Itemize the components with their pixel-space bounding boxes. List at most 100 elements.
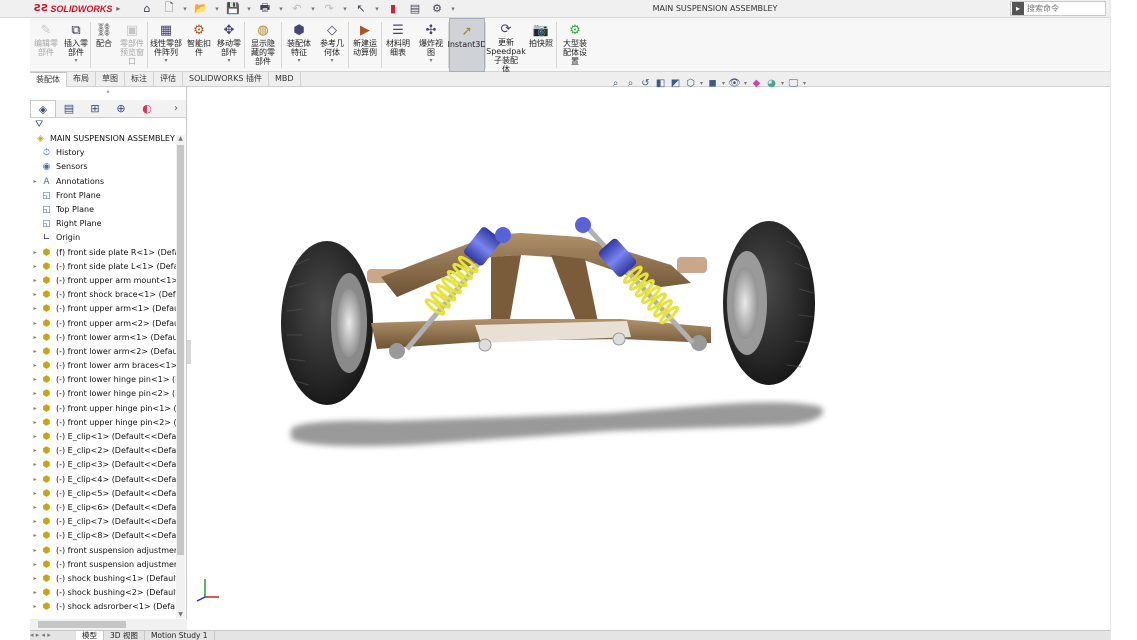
ribbon-dropdown-icon[interactable]: ▾ — [330, 57, 333, 64]
apply-scene-dropdown-icon[interactable]: ▾ — [779, 80, 786, 87]
tree-item-component[interactable]: ▸ ⬢ (-) front suspension adjustmer — [30, 558, 186, 572]
expand-arrow-icon[interactable]: ▸ — [30, 529, 40, 543]
expand-arrow-icon[interactable]: ▸ — [30, 444, 40, 458]
tree-item-plane[interactable]: ◱ Front Plane — [30, 189, 186, 203]
ribbon-button-mate[interactable]: ⛓ 配合 — [91, 18, 117, 72]
ribbon-dropdown-icon[interactable]: ▾ — [74, 57, 77, 64]
ribbon-button-reference-geometry[interactable]: ◇ 参考几 何体 ▾ — [316, 18, 348, 72]
tree-item-component[interactable]: ▸ ⬢ (-) front lower arm braces<1> — [30, 359, 186, 373]
ribbon-dropdown-icon[interactable]: ▾ — [227, 57, 230, 64]
tree-item-component[interactable]: ▸ ⬢ (-) E_clip<6> (Default<<Defau — [30, 501, 186, 515]
ribbon-button-smart-fasteners[interactable]: ⚙ 智能扣 件 — [184, 18, 214, 72]
tree-item-folder[interactable]: ◉ Sensors — [30, 160, 186, 174]
expand-arrow-icon[interactable]: ▸ — [30, 260, 40, 274]
expand-arrow-icon[interactable]: ▸ — [30, 586, 40, 600]
save-icon[interactable]: 💾 — [222, 2, 244, 15]
tree-item-component[interactable]: ▸ ⬢ (-) E_clip<1> (Default<<Defau — [30, 430, 186, 444]
expand-arrow-icon[interactable]: ▸ — [30, 515, 40, 529]
tree-root-assembly[interactable]: ◈ MAIN SUSPENSION ASSEMBLEY — [30, 132, 186, 146]
tree-item-component[interactable]: ▸ ⬢ (-) shock bushing<2> (Default — [30, 586, 186, 600]
tree-item-component[interactable]: ▸ ⬢ (-) E_clip<5> (Default<<Defau — [30, 487, 186, 501]
ribbon-button-exploded-view[interactable]: ✣ 爆炸视 图 ▾ — [414, 18, 448, 72]
tree-item-component[interactable]: ▸ ⬢ (-) front upper hinge pin<2> ( — [30, 416, 186, 430]
command-search[interactable]: ▸ — [1010, 1, 1106, 16]
ribbon-button-large-assembly-settings[interactable]: ⚙ 大型装 配体设 置 — [557, 18, 593, 72]
display-style-dropdown-icon[interactable]: ▾ — [720, 80, 727, 87]
expand-arrow-icon[interactable]: ▸ — [30, 302, 40, 316]
ribbon-dropdown-icon[interactable]: ▾ — [164, 57, 167, 64]
view-orientation-dropdown-icon[interactable]: ▾ — [698, 80, 705, 87]
tree-item-component[interactable]: ▸ ⬢ (-) E_clip<7> (Default<<Defau — [30, 515, 186, 529]
expand-arrow-icon[interactable]: ▸ — [30, 359, 40, 373]
expand-arrow-icon[interactable]: ▸ — [30, 501, 40, 515]
expand-arrow-icon[interactable]: ▸ — [30, 387, 40, 401]
panel-grip[interactable]: • — [30, 87, 186, 100]
ribbon-button-instant3d[interactable]: ➚ Instant3D — [447, 18, 487, 72]
bottom-tab-2[interactable]: Motion Study 1 — [145, 631, 215, 640]
select-icon[interactable]: ↖ — [350, 2, 372, 15]
property-manager-tab-icon[interactable]: ▤ — [56, 100, 82, 117]
open-folder-icon[interactable]: 📂 — [190, 2, 212, 15]
expand-arrow-icon[interactable]: ▸ — [30, 544, 40, 558]
tree-item-component[interactable]: ▸ ⬢ (-) front upper arm mount<1> — [30, 274, 186, 288]
redo-dropdown-icon[interactable]: ▾ — [340, 5, 350, 13]
tree-item-component[interactable]: ▸ ⬢ (-) front lower hinge pin<2> (I — [30, 387, 186, 401]
save-dropdown-icon[interactable]: ▾ — [244, 5, 254, 13]
scroll-up-icon[interactable]: ▲ — [176, 135, 185, 142]
tree-item-component[interactable]: ▸ ⬢ (f) front side plate R<1> (Defa — [30, 246, 186, 260]
undo-icon[interactable]: ↶ — [286, 2, 308, 15]
tree-item-component[interactable]: ▸ ⬢ (-) E_clip<4> (Default<<Defau — [30, 473, 186, 487]
tab-3[interactable]: 标注 — [125, 72, 154, 87]
expand-arrow-icon[interactable]: ▸ — [30, 558, 40, 572]
tree-item-folder[interactable]: ⏱ History — [30, 146, 186, 160]
expand-arrow-icon[interactable]: ▸ — [30, 600, 40, 614]
expand-arrow-icon[interactable]: ▸ — [30, 288, 40, 302]
expand-arrow-icon[interactable]: ▸ — [30, 487, 40, 501]
bottom-tab-1[interactable]: 3D 视图 — [104, 631, 145, 640]
bottom-tab-0[interactable]: 模型 — [76, 631, 104, 640]
ribbon-button-move-component[interactable]: ✥ 移动零 部件 ▾ — [214, 18, 244, 72]
ribbon-button-edit-component[interactable]: ✎ 编辑零 部件 — [30, 18, 62, 72]
new-file-icon[interactable]: 🗋 — [158, 0, 180, 18]
tree-item-component[interactable]: ▸ ⬢ (-) front shock brace<1> (Def — [30, 288, 186, 302]
display-manager-tab-icon[interactable]: ◐ — [134, 100, 160, 117]
filter-icon[interactable]: ⛛ — [30, 118, 186, 132]
tree-item-component[interactable]: ▸ ⬢ (-) front lower arm<2> (Defau — [30, 345, 186, 359]
tree-item-component[interactable]: ▸ ⬢ (-) front suspension adjustmer — [30, 543, 186, 557]
menu-caret-icon[interactable]: ▸ — [116, 4, 120, 13]
view-settings-dropdown-icon[interactable]: ▾ — [801, 80, 808, 87]
expand-arrow-icon[interactable]: ▸ — [30, 317, 40, 331]
dimxpert-manager-tab-icon[interactable]: ⊕ — [108, 100, 134, 117]
expand-arrow-icon[interactable]: ▸ — [30, 473, 40, 487]
ribbon-button-bill-of-materials[interactable]: ☰ 材料明 细表 — [382, 18, 414, 72]
configuration-manager-tab-icon[interactable]: ⊞ — [82, 100, 108, 117]
tree-item-component[interactable]: ▸ ⬢ (-) E_clip<2> (Default<<Defau — [30, 444, 186, 458]
tree-item-component[interactable]: ▸ ⬢ (-) shock adsrorber<1> (Defa — [30, 600, 186, 614]
expand-arrow-icon[interactable]: ▸ — [30, 246, 40, 260]
ribbon-button-take-snapshot[interactable]: 📷 拍快照 — [526, 18, 556, 72]
expand-arrow-icon[interactable]: ▸ — [30, 274, 40, 288]
scroll-thumb[interactable] — [177, 145, 184, 555]
expand-arrow-icon[interactable]: ▸ — [30, 345, 40, 359]
ribbon-button-assembly-features[interactable]: ⬢ 装配体 特征 ▾ — [282, 18, 316, 72]
tree-item-component[interactable]: ▸ ⬢ (-) front upper arm<1> (Defau — [30, 302, 186, 316]
ribbon-button-show-hidden-components[interactable]: ◍ 显示隐 藏的零 部件 — [245, 18, 281, 72]
new-dropdown-icon[interactable]: ▾ — [180, 5, 190, 13]
ribbon-dropdown-icon[interactable]: ▾ — [297, 57, 300, 64]
tree-item-component[interactable]: ▸ ⬢ (-) shock bushing<1> (Default — [30, 572, 186, 586]
tree-item-origin[interactable]: ∟ Origin — [30, 231, 186, 245]
redo-icon[interactable]: ↷ — [318, 2, 340, 15]
undo-dropdown-icon[interactable]: ▾ — [308, 5, 318, 13]
tab-0[interactable]: 装配体 — [30, 72, 67, 87]
expand-arrow-icon[interactable]: ▸ — [30, 458, 40, 472]
tab-5[interactable]: SOLIDWORKS 插件 — [183, 72, 269, 87]
tab-1[interactable]: 布局 — [67, 72, 96, 87]
ribbon-button-linear-pattern[interactable]: ▦ 线性零部 件阵列 ▾ — [148, 18, 184, 72]
tree-item-component[interactable]: ▸ ⬢ (-) front upper arm<2> (Defau — [30, 316, 186, 330]
ribbon-button-update-speedpak[interactable]: ⟳ 更新 Speedpak 子装配 体 — [486, 18, 526, 74]
search-input[interactable] — [1027, 4, 1105, 13]
home-icon[interactable]: ⌂ — [136, 2, 158, 15]
expand-arrow-icon[interactable]: ▸ — [30, 331, 40, 345]
tab-4[interactable]: 评估 — [154, 72, 183, 87]
scroll-down-icon[interactable]: ▼ — [176, 611, 185, 618]
